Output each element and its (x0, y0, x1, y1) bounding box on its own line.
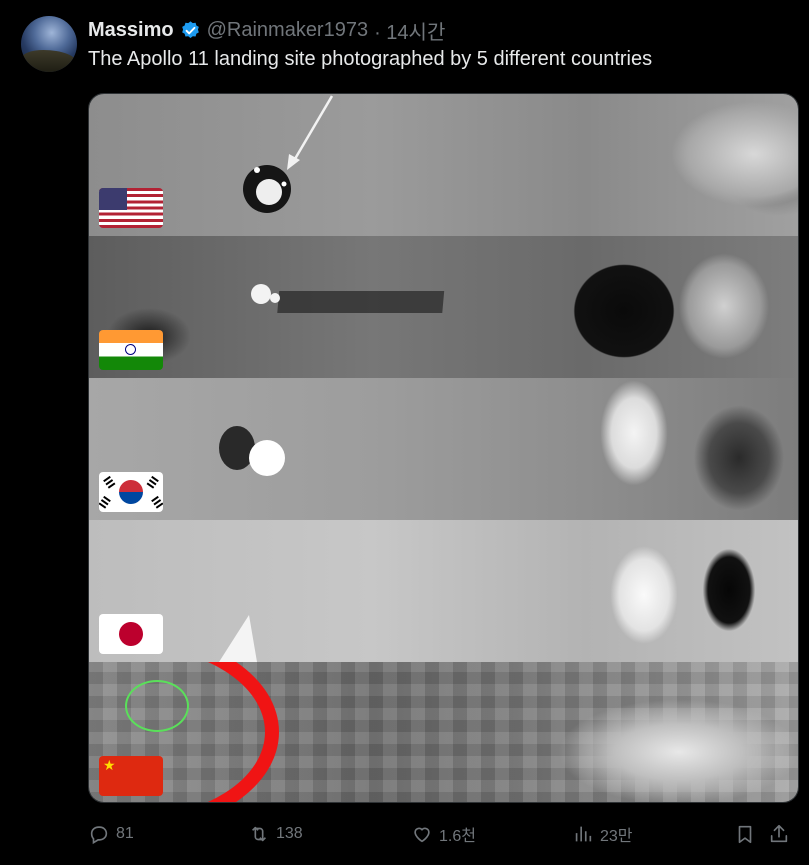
united-states-flag-icon (99, 188, 163, 228)
highlight-green-circle (125, 680, 189, 732)
india-flag-icon (99, 330, 163, 370)
like-button[interactable]: 1.6천 (411, 818, 476, 850)
author-handle[interactable]: @Rainmaker1973 (207, 19, 369, 42)
tweet-actions-bar: 81 138 1.6천 23만 (88, 818, 799, 850)
bookmark-button[interactable] (734, 818, 756, 850)
post-time[interactable]: · 14시간 (374, 16, 445, 45)
tweet-header: Massimo @Rainmaker1973 · 14시간 (88, 16, 445, 44)
terrain-mark (219, 615, 257, 662)
south-korea-flag-icon (99, 472, 163, 512)
lander-arrow-icon (243, 95, 334, 213)
panel-usa (89, 94, 798, 236)
share-button[interactable] (768, 818, 790, 850)
bookmark-icon (738, 825, 752, 844)
like-count: 1.6천 (439, 828, 476, 845)
verified-badge-icon (181, 20, 199, 38)
reply-icon (90, 826, 108, 845)
lander-blur-mark (219, 426, 285, 476)
author-avatar[interactable] (21, 16, 77, 72)
reply-button[interactable]: 81 (88, 818, 134, 850)
tweet-text: The Apollo 11 landing site photographed … (88, 48, 653, 70)
views-count: 23만 (600, 828, 633, 845)
share-icon (770, 824, 788, 843)
japan-flag-icon (99, 614, 163, 654)
views-button[interactable]: 23만 (572, 818, 633, 850)
retweet-count: 138 (276, 825, 303, 842)
lander-shadow-mark (251, 284, 445, 313)
retweet-button[interactable]: 138 (248, 818, 303, 850)
views-chart-icon (575, 826, 592, 842)
author-name[interactable]: Massimo (88, 19, 174, 42)
china-flag-icon: ★ (99, 756, 163, 796)
panel-korea (89, 378, 798, 520)
panel-china: ★ (89, 662, 798, 802)
heart-icon (414, 827, 430, 843)
panel-india (89, 236, 798, 378)
panel-japan (89, 520, 798, 662)
tweet-media-image[interactable]: ★ (88, 93, 799, 803)
retweet-icon (251, 826, 267, 842)
reply-count: 81 (116, 825, 134, 842)
